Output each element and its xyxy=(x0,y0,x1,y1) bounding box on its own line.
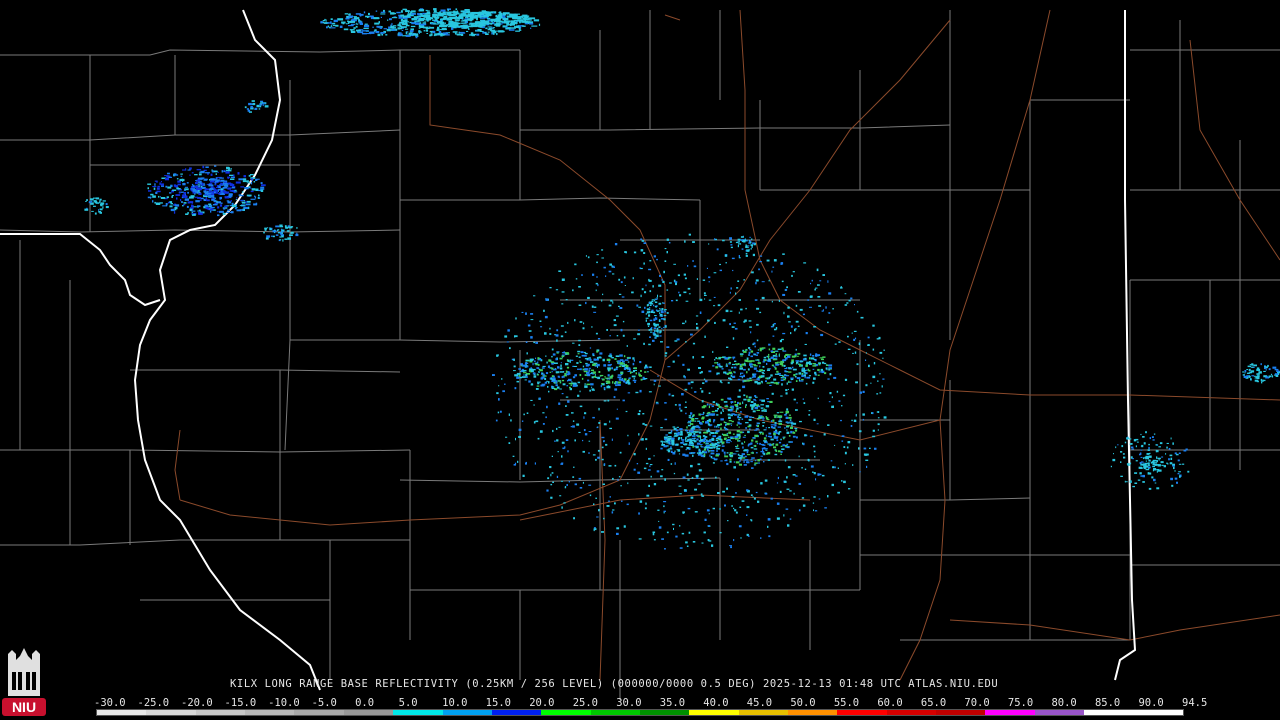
colorbar-label: 65.0 xyxy=(920,697,947,709)
colorbar-label: -20.0 xyxy=(181,697,213,709)
colorbar-swatch xyxy=(1034,710,1085,715)
colorbar-swatch xyxy=(590,710,640,715)
colorbar-label: -10.0 xyxy=(268,697,300,709)
colorbar-swatch xyxy=(97,710,147,715)
niu-logo: NIU xyxy=(2,648,46,716)
colorbar-label: 45.0 xyxy=(746,697,773,709)
colorbar-label: -25.0 xyxy=(137,697,170,709)
colorbar-swatch xyxy=(1133,710,1183,715)
colorbar-swatch xyxy=(195,710,246,715)
colorbar-label: 40.0 xyxy=(703,697,729,709)
colorbar-swatch xyxy=(985,710,1035,715)
radar-map xyxy=(0,8,1280,700)
colorbar-swatch xyxy=(738,710,789,715)
colorbar-label: 70.0 xyxy=(964,697,990,709)
svg-text:NIU: NIU xyxy=(12,699,36,715)
colorbar-label: 90.0 xyxy=(1138,697,1164,709)
colorbar-label: 5.0 xyxy=(398,697,418,709)
colorbar-swatch xyxy=(393,710,443,715)
colorbar-label: 50.0 xyxy=(790,697,816,709)
county-boundaries xyxy=(0,10,1280,700)
state-boundaries xyxy=(0,9,1137,691)
colorbar-swatch xyxy=(245,710,295,715)
colorbar-swatch xyxy=(442,710,492,715)
colorbar-label: -30.0 xyxy=(94,697,126,709)
radar-display: KILX LONG RANGE BASE REFLECTIVITY (0.25K… xyxy=(0,0,1280,720)
colorbar-swatch xyxy=(689,710,739,715)
colorbar-label: 80.0 xyxy=(1051,697,1077,709)
product-caption: KILX LONG RANGE BASE REFLECTIVITY (0.25K… xyxy=(230,678,999,690)
colorbar-label: 25.0 xyxy=(572,697,599,709)
colorbar-label: 75.0 xyxy=(1007,697,1034,709)
colorbar-swatch xyxy=(936,710,986,715)
highways xyxy=(174,9,1280,681)
colorbar-swatch xyxy=(146,710,196,715)
colorbar-label: -15.0 xyxy=(224,697,257,709)
colorbar-label: 60.0 xyxy=(877,697,903,709)
colorbar-swatch xyxy=(491,710,542,715)
colorbar-swatch xyxy=(1084,710,1134,715)
colorbar-swatch xyxy=(294,710,344,715)
colorbar-label: 0.0 xyxy=(355,697,375,709)
colorbar-label: 94.5 xyxy=(1182,697,1208,709)
colorbar-label: 30.0 xyxy=(616,697,642,709)
colorbar-label: 10.0 xyxy=(442,697,468,709)
colorbar-swatch xyxy=(541,710,591,715)
colorbar-swatch xyxy=(886,710,937,715)
colorbar-label: 15.0 xyxy=(485,697,511,709)
colorbar-label: 20.0 xyxy=(529,697,555,709)
colorbar-label: 35.0 xyxy=(659,697,686,709)
colorbar-label: 85.0 xyxy=(1094,697,1121,709)
colorbar-swatch xyxy=(343,710,394,715)
colorbar-labels: -30.0 -25.0 -20.0 -15.0 -10.0 -5.0 0.0 5.0 10.0 1… xyxy=(94,697,1207,709)
colorbar-swatch xyxy=(639,710,690,715)
radar-echoes xyxy=(84,8,1280,550)
colorbar-swatch xyxy=(788,710,838,715)
colorbar-label: 55.0 xyxy=(833,697,860,709)
reflectivity-colorbar xyxy=(96,709,1184,716)
colorbar-swatch xyxy=(837,710,887,715)
colorbar-label: -5.0 xyxy=(311,697,337,709)
